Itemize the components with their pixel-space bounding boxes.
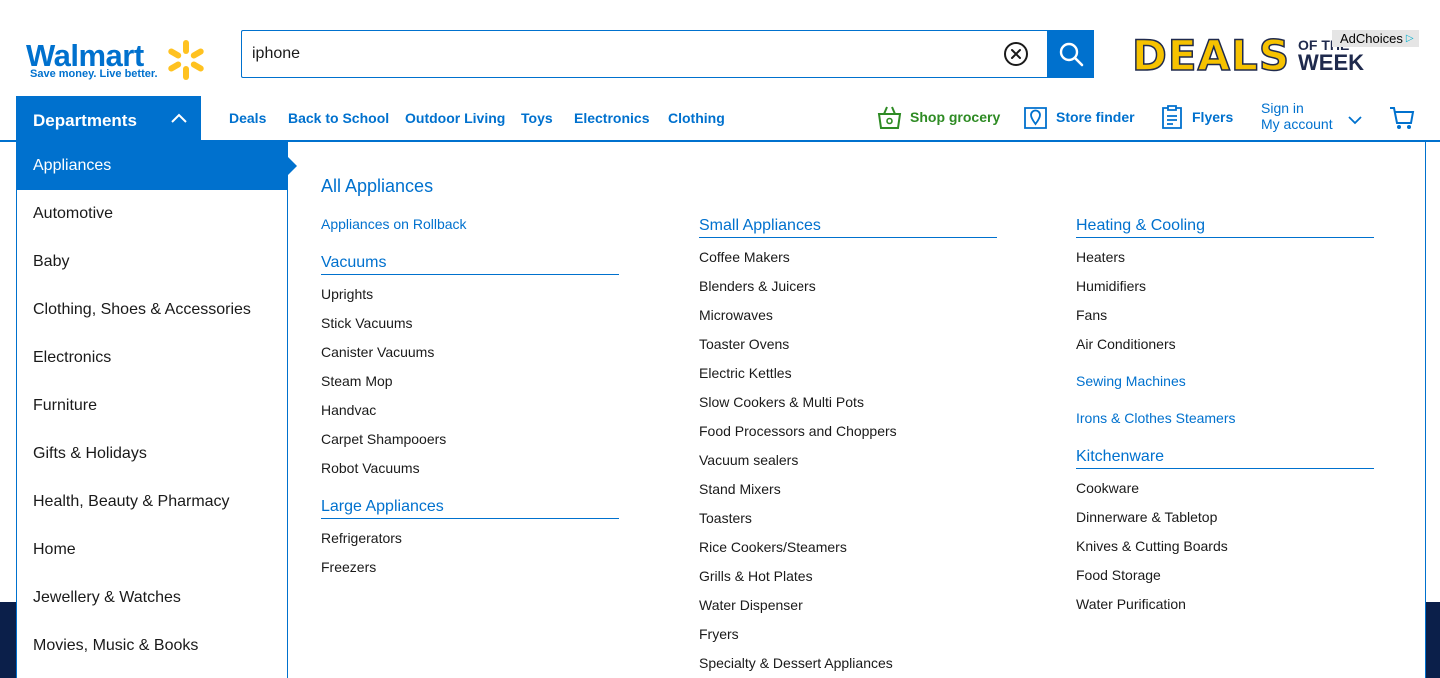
department-item-health[interactable]: Health, Beauty & Pharmacy (17, 478, 287, 526)
menu-link[interactable]: Freezers (321, 559, 376, 575)
nav-link-outdoor-living[interactable]: Outdoor Living (405, 110, 505, 126)
menu-link[interactable]: Stick Vacuums (321, 315, 413, 331)
spark-icon (168, 40, 204, 80)
menu-link[interactable]: Cookware (1076, 480, 1139, 496)
menu-link[interactable]: Stand Mixers (699, 481, 781, 497)
clear-icon (1004, 42, 1028, 66)
menu-link[interactable]: Fans (1076, 307, 1107, 323)
search-input[interactable] (241, 30, 1047, 78)
menu-link[interactable]: Canister Vacuums (321, 344, 434, 360)
menu-link[interactable]: Grills & Hot Plates (699, 568, 813, 584)
menu-link[interactable]: Microwaves (699, 307, 773, 323)
flyers-label: Flyers (1192, 109, 1234, 125)
menu-link[interactable]: Dinnerware & Tabletop (1076, 509, 1217, 525)
departments-label: Departments (33, 111, 137, 130)
nav-link-deals[interactable]: Deals (229, 110, 266, 126)
department-item-appliances[interactable]: Appliances (17, 142, 297, 190)
logo-tagline: Save money. Live better. (30, 68, 158, 80)
store-finder-label: Store finder (1056, 109, 1135, 125)
menu-link[interactable]: Handvac (321, 402, 376, 418)
flyer-icon (1162, 105, 1182, 129)
store-finder-link[interactable]: Store finder (1023, 104, 1135, 130)
adchoices-badge[interactable]: AdChoices ▷ (1332, 30, 1419, 47)
irons-steamers-link[interactable]: Irons & Clothes Steamers (1076, 410, 1236, 426)
menu-link[interactable]: Toaster Ovens (699, 336, 789, 352)
menu-link[interactable]: Robot Vacuums (321, 460, 420, 476)
deals-ad-banner[interactable]: DEALS OF THE WEEK AdChoices ▷ (1128, 30, 1426, 81)
nav-link-toys[interactable]: Toys (521, 110, 553, 126)
department-item-clothing[interactable]: Clothing, Shoes & Accessories (17, 286, 287, 334)
menu-link[interactable]: Vacuum sealers (699, 452, 798, 468)
walmart-logo[interactable]: Walmart Save money. Live better. (26, 38, 216, 86)
department-item-movies[interactable]: Movies, Music & Books (17, 622, 287, 670)
small-appliances-heading[interactable]: Small Appliances (699, 217, 997, 238)
grocery-basket-icon (877, 106, 902, 129)
vacuums-heading[interactable]: Vacuums (321, 254, 619, 275)
adchoices-icon: ▷ (1405, 32, 1414, 44)
chevron-up-icon (171, 113, 187, 123)
kitchenware-heading[interactable]: Kitchenware (1076, 448, 1374, 469)
rollback-link[interactable]: Appliances on Rollback (321, 216, 467, 232)
menu-link[interactable]: Fryers (699, 626, 739, 642)
menu-link[interactable]: Coffee Makers (699, 249, 790, 265)
map-pin-icon (1024, 107, 1047, 129)
department-item-electronics[interactable]: Electronics (17, 334, 287, 382)
shop-grocery-label: Shop grocery (910, 109, 1001, 125)
menu-link[interactable]: Food Processors and Choppers (699, 423, 897, 439)
main-nav: Departments Deals Back to School Outdoor… (0, 96, 1440, 142)
search-icon (1059, 42, 1083, 67)
menu-link[interactable]: Slow Cookers & Multi Pots (699, 394, 864, 410)
menu-link[interactable]: Carpet Shampooers (321, 431, 446, 447)
large-appliances-heading[interactable]: Large Appliances (321, 498, 619, 519)
menu-link[interactable]: Refrigerators (321, 530, 402, 546)
my-account-label: My account (1261, 116, 1333, 132)
menu-link[interactable]: Humidifiers (1076, 278, 1146, 294)
ad-deals-text: DEALS (1131, 30, 1291, 81)
menu-link[interactable]: Food Storage (1076, 567, 1161, 583)
nav-link-back-to-school[interactable]: Back to School (288, 110, 389, 126)
clear-search-button[interactable] (1003, 41, 1029, 67)
menu-link[interactable]: Uprights (321, 286, 373, 302)
all-appliances-link[interactable]: All Appliances (321, 176, 433, 197)
shop-grocery-link[interactable]: Shop grocery (877, 104, 1000, 130)
sewing-machines-link[interactable]: Sewing Machines (1076, 373, 1186, 389)
department-item-gifts[interactable]: Gifts & Holidays (17, 430, 287, 478)
department-list: Appliances Automotive Baby Clothing, Sho… (17, 142, 297, 678)
adchoices-label: AdChoices (1340, 31, 1403, 46)
search-bar (241, 30, 1094, 78)
menu-link[interactable]: Steam Mop (321, 373, 393, 389)
department-item-home[interactable]: Home (17, 526, 287, 574)
department-item-jewellery[interactable]: Jewellery & Watches (17, 574, 287, 622)
menu-link[interactable]: Specialty & Dessert Appliances (699, 655, 893, 671)
ad-week-text: WEEK (1298, 50, 1364, 75)
menu-link[interactable]: Rice Cookers/Steamers (699, 539, 847, 555)
nav-link-clothing[interactable]: Clothing (668, 110, 725, 126)
department-item-baby[interactable]: Baby (17, 238, 287, 286)
chevron-down-icon[interactable] (1347, 115, 1363, 125)
menu-link[interactable]: Toasters (699, 510, 752, 526)
flyers-link[interactable]: Flyers (1160, 104, 1233, 130)
menu-link[interactable]: Heaters (1076, 249, 1125, 265)
department-item-furniture[interactable]: Furniture (17, 382, 287, 430)
menu-link[interactable]: Electric Kettles (699, 365, 792, 381)
menu-link[interactable]: Blenders & Juicers (699, 278, 816, 294)
department-item-automotive[interactable]: Automotive (17, 190, 287, 238)
account-menu[interactable]: Sign in My account (1261, 100, 1333, 132)
menu-link[interactable]: Water Dispenser (699, 597, 803, 613)
nav-link-electronics[interactable]: Electronics (574, 110, 649, 126)
departments-menu: Appliances Automotive Baby Clothing, Sho… (16, 142, 1426, 678)
departments-button[interactable]: Departments (16, 96, 201, 142)
sign-in-label: Sign in (1261, 100, 1304, 116)
search-button[interactable] (1047, 30, 1094, 78)
cart-icon[interactable] (1389, 105, 1415, 131)
menu-link[interactable]: Air Conditioners (1076, 336, 1176, 352)
menu-link[interactable]: Water Purification (1076, 596, 1186, 612)
menu-link[interactable]: Knives & Cutting Boards (1076, 538, 1228, 554)
heating-cooling-heading[interactable]: Heating & Cooling (1076, 217, 1374, 238)
